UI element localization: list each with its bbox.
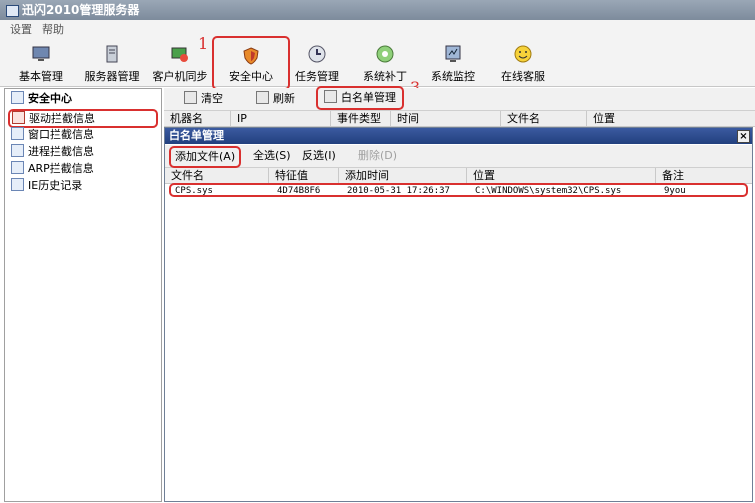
sidebar-item-ie-history[interactable]: IE历史记录 <box>11 178 82 193</box>
sidebar-title: 安全中心 <box>11 91 72 106</box>
clear-button[interactable]: 清空 <box>184 91 223 107</box>
column-location[interactable]: 位置 <box>467 168 656 183</box>
sidebar-item-driver-block[interactable]: 驱动拦截信息 <box>8 109 158 128</box>
ie-icon <box>11 178 24 191</box>
column-event-type[interactable]: 事件类型 <box>331 111 391 126</box>
app-icon <box>6 5 19 17</box>
monitor-chart-icon <box>445 45 461 62</box>
toolbar-security-center[interactable]: 安全中心 <box>212 36 290 90</box>
menu-help[interactable]: 帮助 <box>42 20 64 40</box>
refresh-icon <box>256 91 269 104</box>
events-toolbar: 清空 刷新 白名单管理 <box>164 86 755 111</box>
dialog-toolbar: 添加文件(A) 全选(S) 反选(I) 删除(D) <box>165 145 752 168</box>
patch-icon <box>376 45 394 63</box>
toolbar-task-manage[interactable]: 任务管理 <box>292 42 342 84</box>
column-machine[interactable]: 机器名 <box>164 111 231 126</box>
sidebar-item-arp-block[interactable]: ARP拦截信息 <box>11 161 94 176</box>
column-filename[interactable]: 文件名 <box>165 168 269 183</box>
toolbar-online-support[interactable]: 在线客服 <box>498 42 548 84</box>
main-toolbar: 基本管理 服务器管理 客户机同步 安全中心 任务管理 系统补丁 系统监控 在线客… <box>0 36 755 90</box>
column-filename[interactable]: 文件名 <box>501 111 587 126</box>
column-signature[interactable]: 特征值 <box>269 168 339 183</box>
sidebar-item-window-block[interactable]: 窗口拦截信息 <box>11 127 94 142</box>
window-title: 迅闪2010管理服务器 <box>22 3 140 17</box>
select-all-button[interactable]: 全选(S) <box>253 148 291 164</box>
monitor-icon <box>32 46 50 61</box>
toolbar-system-patch[interactable]: 系统补丁 <box>360 42 410 84</box>
delete-button[interactable]: 删除(D) <box>358 148 397 164</box>
shield-icon <box>11 91 24 104</box>
dialog-title: 白名单管理 <box>169 129 224 142</box>
window-icon <box>11 127 24 140</box>
task-icon <box>308 45 326 63</box>
column-location[interactable]: 位置 <box>587 111 755 126</box>
dialog-title-bar: 白名单管理 × <box>165 128 752 144</box>
menu-settings[interactable]: 设置 <box>10 20 32 40</box>
events-table-header: 机器名 IP 事件类型 时间 文件名 位置 <box>164 111 755 127</box>
server-icon <box>106 45 118 63</box>
column-time[interactable]: 时间 <box>391 111 501 126</box>
invert-selection-button[interactable]: 反选(I) <box>302 148 336 164</box>
shield-icon <box>243 47 259 65</box>
toolbar-system-monitor[interactable]: 系统监控 <box>428 42 478 84</box>
whitelist-manage-button[interactable]: 白名单管理 <box>316 86 404 110</box>
annotation-1: 1 <box>198 34 209 53</box>
sidebar-item-process-block[interactable]: 进程拦截信息 <box>11 144 94 159</box>
add-file-button[interactable]: 添加文件(A) <box>169 146 242 168</box>
column-added-time[interactable]: 添加时间 <box>339 168 467 183</box>
sidebar: 安全中心 驱动拦截信息 窗口拦截信息 进程拦截信息 ARP拦截信息 IE历史记录 <box>4 88 162 502</box>
cell-filename: CPS.sys <box>175 186 213 196</box>
smiley-icon <box>514 45 532 63</box>
cell-added-time: 2010-05-31 17:26:37 <box>347 186 450 196</box>
whitelist-dialog: 白名单管理 × 添加文件(A) 全选(S) 反选(I) 删除(D) 文件名 特征… <box>164 127 753 502</box>
menu-bar: 设置 帮助 <box>0 20 755 40</box>
clear-icon <box>184 91 197 104</box>
table-row[interactable]: CPS.sys 4D74B8F6 2010-05-31 17:26:37 C:\… <box>169 183 748 197</box>
window-title-bar: 迅闪2010管理服务器 <box>0 0 755 20</box>
process-icon <box>11 144 24 157</box>
driver-icon <box>12 111 25 124</box>
cell-note: 9you <box>664 186 686 196</box>
column-ip[interactable]: IP <box>231 111 331 126</box>
refresh-button[interactable]: 刷新 <box>256 91 295 107</box>
cell-location: C:\WINDOWS\system32\CPS.sys <box>475 186 622 196</box>
toolbar-basic-manage[interactable]: 基本管理 <box>16 42 66 84</box>
toolbar-server-manage[interactable]: 服务器管理 <box>84 42 140 84</box>
cell-signature: 4D74B8F6 <box>277 186 321 196</box>
column-note[interactable]: 备注 <box>656 168 752 183</box>
whitelist-icon <box>324 90 337 103</box>
network-icon <box>11 161 24 174</box>
whitelist-table-header: 文件名 特征值 添加时间 位置 备注 <box>165 168 752 184</box>
sync-icon <box>171 47 188 62</box>
close-icon[interactable]: × <box>737 130 750 143</box>
